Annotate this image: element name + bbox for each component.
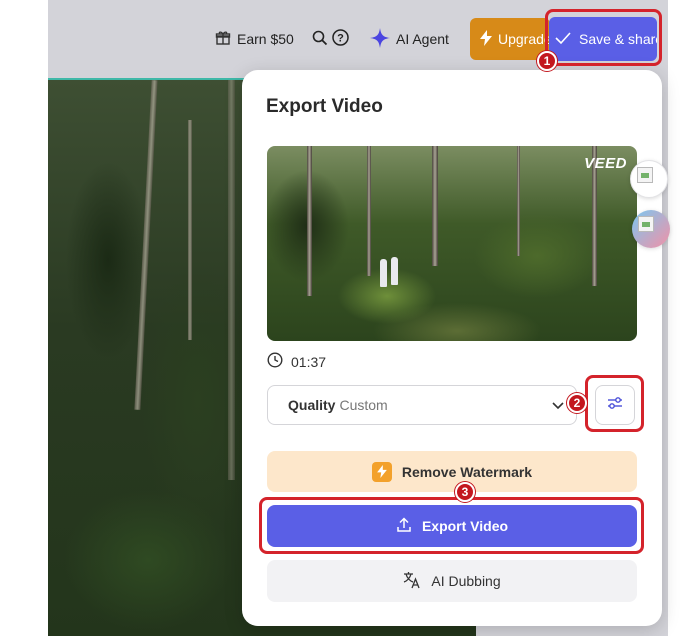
ai-dubbing-button[interactable]: AI Dubbing <box>267 560 637 602</box>
step-badge-3: 3 <box>455 482 475 502</box>
ai-agent-label: AI Agent <box>396 31 449 47</box>
video-thumbnail: VEED <box>267 146 637 341</box>
quality-select[interactable]: Quality Custom <box>267 385 577 425</box>
tree-trunk <box>188 120 192 340</box>
ai-dubbing-label: AI Dubbing <box>431 573 501 589</box>
highlight-save-share <box>545 9 662 66</box>
broken-image-icon <box>637 167 653 183</box>
ai-agent-button[interactable]: AI Agent <box>370 27 449 51</box>
gift-icon <box>215 30 231 49</box>
step-badge-1: 1 <box>537 51 557 71</box>
tree-trunk <box>432 146 438 266</box>
quality-value: Custom <box>339 397 388 413</box>
chevron-down-icon <box>552 397 564 413</box>
help-icon: ? <box>332 29 349 49</box>
veed-watermark: VEED <box>584 155 627 172</box>
earn-label: Earn $50 <box>237 31 294 47</box>
tree-trunk <box>307 146 312 296</box>
remove-watermark-button[interactable]: Remove Watermark <box>267 451 637 492</box>
duration-value: 01:37 <box>291 353 327 370</box>
person-figure <box>380 259 387 287</box>
screenshot-root: Earn $50 ? AI Agent Upgrade Save & share… <box>0 0 700 636</box>
upgrade-button[interactable]: Upgrade <box>470 18 550 60</box>
quality-label: Quality <box>288 397 336 413</box>
help-button[interactable]: ? <box>332 28 349 50</box>
step-badge-2: 2 <box>567 393 587 413</box>
upgrade-label: Upgrade <box>498 31 550 47</box>
tree-trunk <box>517 146 520 256</box>
side-image-placeholder[interactable] <box>632 210 670 248</box>
tree-trunk <box>228 80 235 480</box>
panel-title: Export Video <box>266 96 383 117</box>
highlight-settings <box>585 375 644 432</box>
duration-row: 01:37 <box>267 352 326 371</box>
tree-trunk <box>134 80 158 410</box>
search-icon <box>312 30 328 49</box>
highlight-export <box>259 497 644 554</box>
side-image-placeholder[interactable] <box>630 160 668 198</box>
broken-image-icon <box>638 216 654 232</box>
sparkle-icon <box>370 27 390 51</box>
bolt-icon <box>480 29 492 49</box>
clock-icon <box>267 352 283 371</box>
tree-trunk <box>367 146 371 276</box>
search-button[interactable] <box>312 28 328 50</box>
translate-icon <box>403 571 421 592</box>
earn-button[interactable]: Earn $50 <box>215 28 294 50</box>
remove-watermark-label: Remove Watermark <box>401 463 533 480</box>
svg-text:?: ? <box>337 33 344 45</box>
bolt-icon <box>371 461 392 482</box>
person-figure <box>391 257 398 285</box>
